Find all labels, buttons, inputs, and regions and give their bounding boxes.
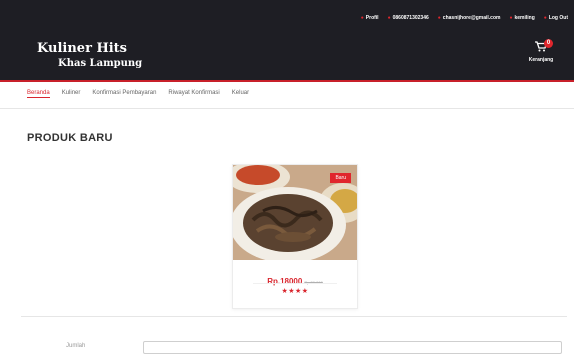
logout-icon: ● — [543, 15, 547, 21]
logout-link[interactable]: ● Log Out — [544, 15, 568, 21]
product-price: Rp.18000 — [267, 277, 303, 286]
nav-item-konfirmasi-pembayaran[interactable]: Konfirmasi Pembayaran — [92, 90, 156, 98]
phone-icon: ● — [387, 15, 391, 21]
phone-info: ● 0860871302346 — [387, 15, 429, 21]
content-divider — [21, 316, 567, 317]
nav-divider — [0, 108, 574, 109]
card-divider — [253, 283, 337, 284]
site-header: ● Profil ● 0860871302346 ● chasnijhore@gmai… — [0, 0, 574, 80]
location-info: ● kemiling — [509, 15, 535, 21]
top-contact-bar: ● Profil ● 0860871302346 ● chasnijhore@gmai… — [0, 12, 568, 24]
qty-input[interactable] — [143, 341, 562, 354]
user-icon: ● — [360, 15, 364, 21]
main-nav: Beranda Kuliner Konfirmasi Pembayaran Ri… — [27, 90, 249, 98]
nav-item-riwayat-konfirmasi[interactable]: Riwayat Konfirmasi — [168, 90, 219, 98]
cart-button[interactable]: 0 Keranjang — [524, 39, 558, 63]
profile-link[interactable]: ● Profil — [361, 15, 379, 21]
brand-line-2: Khas Lampung — [58, 58, 143, 69]
product-image[interactable]: Baru — [233, 165, 357, 260]
qty-label: Jumlah — [66, 343, 86, 349]
product-card[interactable]: Baru Rp.18000Rp.20.000 ★★★★ — [232, 164, 358, 309]
cart-label: Keranjang — [528, 57, 554, 63]
location-icon: ● — [509, 15, 513, 21]
rating-stars: ★★★★ — [281, 288, 309, 295]
section-title: PRODUK BARU — [27, 132, 113, 144]
email-info: ● chasnijhore@gmail.com — [437, 15, 501, 21]
nav-item-kuliner[interactable]: Kuliner — [62, 90, 81, 98]
site-logo[interactable]: Kuliner Hits Khas Lampung — [37, 41, 142, 71]
nav-item-beranda[interactable]: Beranda — [27, 90, 50, 98]
nav-item-keluar[interactable]: Keluar — [232, 90, 249, 98]
new-badge: Baru — [330, 173, 351, 183]
brand-line-1: Kuliner Hits — [37, 41, 127, 56]
cart-count-badge: 0 — [544, 39, 553, 48]
header-accent-line — [0, 80, 574, 82]
mail-icon: ● — [437, 15, 441, 21]
